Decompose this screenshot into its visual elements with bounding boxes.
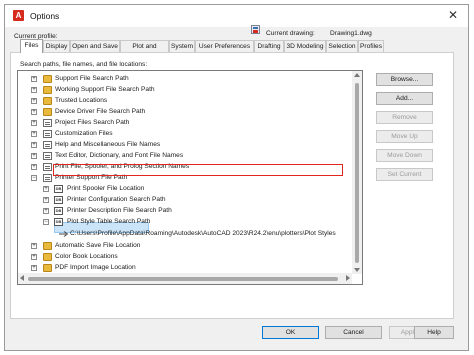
folder-icon — [43, 264, 52, 272]
close-icon[interactable]: ✕ — [446, 8, 460, 22]
tab-profiles[interactable]: Profiles — [358, 40, 384, 52]
tree-item-label: Device Driver File Search Path — [55, 108, 146, 115]
document-icon — [43, 119, 52, 127]
document-icon — [43, 152, 52, 160]
expand-icon[interactable]: + — [31, 243, 37, 249]
set-current-button[interactable]: Set Current — [376, 168, 433, 181]
folder-icon — [43, 242, 52, 250]
scroll-thumb[interactable] — [355, 83, 359, 263]
scroll-down-icon[interactable] — [354, 268, 360, 272]
folder-icon — [43, 253, 52, 261]
tab-3d-modeling[interactable]: 3D Modeling — [284, 40, 326, 52]
expand-icon[interactable]: + — [31, 109, 37, 115]
tab-files[interactable]: Files — [20, 39, 43, 53]
folder-icon — [43, 108, 52, 116]
add-button[interactable]: Add... — [376, 92, 433, 105]
expand-icon[interactable]: + — [43, 197, 49, 203]
scroll-up-icon[interactable] — [354, 73, 360, 77]
move-down-button[interactable]: Move Down — [376, 149, 433, 162]
tab-drafting[interactable]: Drafting — [254, 40, 284, 52]
tree-item-label: Print Spooler File Location — [67, 185, 145, 192]
drawing-icon — [251, 25, 260, 34]
expand-icon[interactable]: + — [31, 164, 37, 170]
arrow-right-icon — [59, 231, 69, 237]
tree-item-label: Project Files Search Path — [55, 119, 130, 126]
expand-icon[interactable]: + — [43, 208, 49, 214]
tree-item-label: PDF Import Image Location — [55, 264, 136, 271]
tab-display[interactable]: Display — [43, 40, 70, 52]
expand-icon[interactable]: + — [31, 153, 37, 159]
folder-icon — [43, 97, 52, 105]
current-profile-value — [70, 27, 165, 38]
expand-icon[interactable]: + — [43, 186, 49, 192]
tree-item-label: Customization Files — [55, 130, 113, 137]
expand-icon[interactable]: + — [31, 254, 37, 260]
scroll-right-icon[interactable] — [346, 275, 350, 281]
window-title: Options — [30, 11, 60, 21]
document-icon — [43, 163, 52, 171]
expand-icon[interactable]: + — [31, 120, 37, 126]
horizontal-scrollbar[interactable] — [18, 273, 352, 284]
sub-document-icon: DB — [54, 185, 63, 193]
tree-item-label: Text Editor, Dictionary, and Font File N… — [55, 152, 184, 159]
document-icon — [43, 130, 52, 138]
expand-icon[interactable]: + — [31, 131, 37, 137]
search-paths-tree[interactable]: + Support File Search Path + Working Sup… — [17, 70, 363, 285]
tree-item-label: Printer Configuration Search Path — [67, 196, 166, 203]
ok-button[interactable]: OK — [262, 326, 319, 339]
tab-plot-and-publish[interactable]: Plot and Publish — [120, 40, 169, 62]
scroll-thumb[interactable] — [28, 277, 338, 281]
tree-item-label: Support File Search Path — [55, 75, 129, 82]
collapse-icon[interactable]: − — [43, 219, 49, 225]
current-drawing-value: Drawing1.dwg — [330, 30, 372, 37]
document-icon — [43, 174, 52, 182]
tab-user-preferences[interactable]: User Preferences — [195, 40, 254, 52]
move-up-button[interactable]: Move Up — [376, 130, 433, 143]
tree-caption: Search paths, file names, and file locat… — [20, 61, 148, 68]
expand-icon[interactable]: + — [31, 87, 37, 93]
expand-icon[interactable]: + — [31, 98, 37, 104]
tab-system[interactable]: System — [169, 40, 195, 52]
tree-item-label: Printer Description File Search Path — [67, 207, 172, 214]
tree-item-label: Automatic Save File Location — [55, 242, 141, 249]
folder-icon — [43, 75, 52, 83]
autocad-logo-icon: A — [13, 10, 24, 21]
tree-item-label: Working Support File Search Path — [55, 86, 155, 93]
document-icon — [43, 141, 52, 149]
scroll-left-icon[interactable] — [20, 275, 24, 281]
expand-icon[interactable]: + — [31, 265, 37, 271]
tab-selection[interactable]: Selection — [326, 40, 358, 52]
expand-icon[interactable]: + — [31, 76, 37, 82]
title-bar: A Options ✕ — [5, 5, 468, 27]
sub-document-icon: DB — [54, 207, 63, 215]
help-button[interactable]: Help — [414, 326, 454, 339]
expand-icon[interactable]: + — [31, 142, 37, 148]
sub-document-icon: DB — [54, 218, 63, 226]
tree-item-label: Color Book Locations — [55, 253, 118, 260]
tree-item-label: Help and Miscellaneous File Names — [55, 141, 161, 148]
tree-item-label: Trusted Locations — [55, 97, 108, 104]
annotation-highlight-box — [53, 164, 343, 176]
folder-icon — [43, 86, 52, 94]
tree-item-label: C:\Users\Profile\AppData\Roaming\Autodes… — [70, 230, 336, 237]
sub-document-icon: DB — [54, 196, 63, 204]
cancel-button[interactable]: Cancel — [325, 326, 382, 339]
collapse-icon[interactable]: − — [31, 175, 37, 181]
vertical-scrollbar[interactable] — [352, 71, 362, 274]
current-drawing-label: Current drawing: — [266, 30, 315, 37]
remove-button[interactable]: Remove — [376, 111, 433, 124]
browse-button[interactable]: Browse... — [376, 73, 433, 86]
tab-open-and-save[interactable]: Open and Save — [70, 40, 120, 52]
tree-item-label: Plot Style Table Search Path — [67, 218, 151, 225]
